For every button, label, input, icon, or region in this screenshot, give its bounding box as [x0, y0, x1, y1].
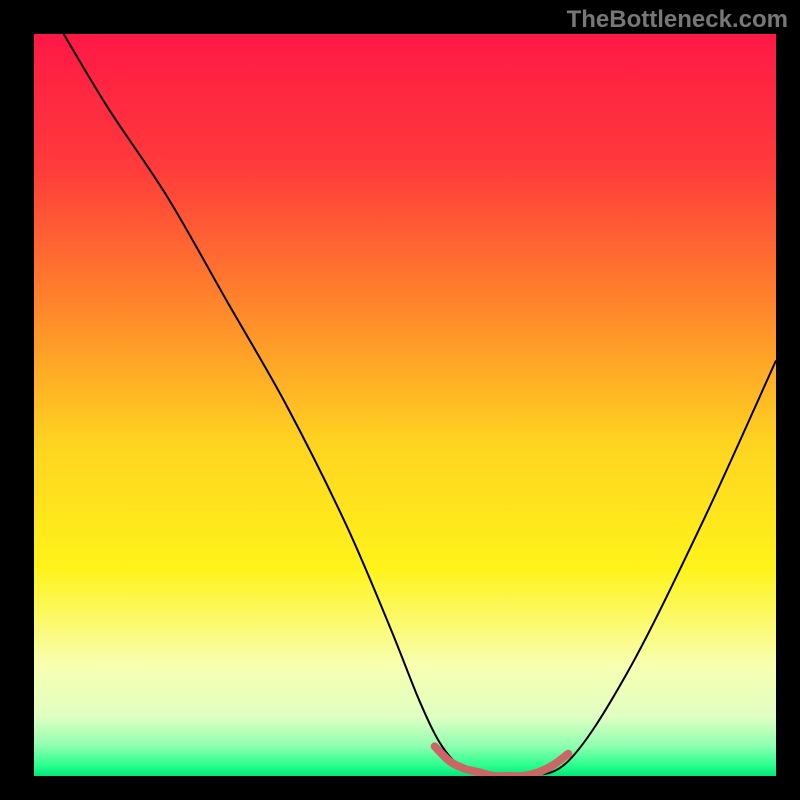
bottleneck-curve	[64, 34, 776, 776]
chart-container: TheBottleneck.com	[0, 0, 800, 800]
curve-layer	[34, 34, 776, 776]
plot-area	[34, 34, 776, 776]
optimal-zone-curve	[435, 746, 569, 776]
watermark-text: TheBottleneck.com	[567, 6, 788, 34]
